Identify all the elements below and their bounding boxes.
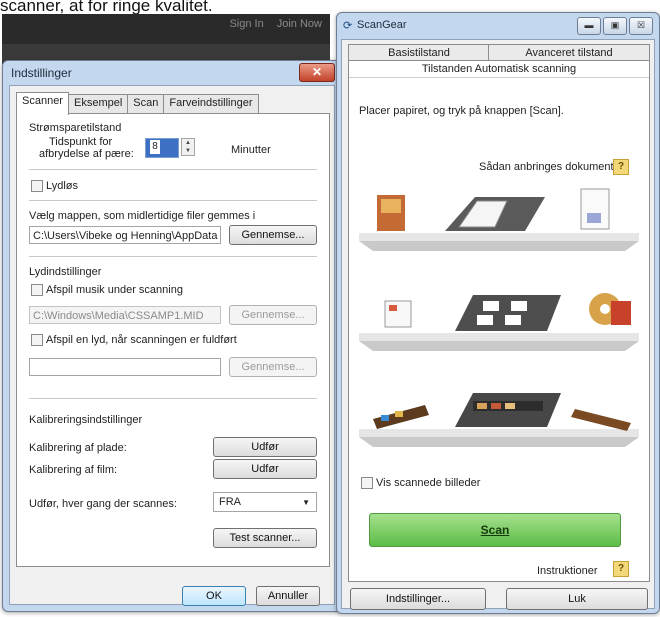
close-icon[interactable]: ✕ <box>299 63 335 82</box>
timeout-unit: Minutter <box>231 144 271 156</box>
calibrate-plate-button[interactable]: Udfør <box>213 437 317 457</box>
settings-client: Scanner Eksempel Scan Farveindstillinger… <box>9 85 335 606</box>
play-music-label: Afspil musik under scanning <box>46 284 183 296</box>
divider <box>29 398 317 399</box>
settings-tabs: Scanner Eksempel Scan Farveindstillinger <box>16 92 259 115</box>
sound-path-field[interactable] <box>29 358 221 376</box>
divider <box>29 169 317 170</box>
tab-farveindstillinger[interactable]: Farveindstillinger <box>163 94 259 114</box>
website-links: Sign In Join Now <box>219 18 322 30</box>
maximize-icon[interactable]: ▣ <box>603 17 627 35</box>
run-each-label: Udfør, hver gang der scannes: <box>29 498 177 510</box>
calibration-heading: Kalibreringsindstillinger <box>29 414 143 426</box>
help-icon[interactable]: ? <box>613 561 629 577</box>
show-images-label: Vis scannede billeder <box>376 477 481 489</box>
cancel-button[interactable]: Annuller <box>256 586 320 606</box>
timeout-stepper[interactable]: ▲ ▼ <box>181 138 195 156</box>
timeout-value: 8 <box>150 140 160 154</box>
preferences-button[interactable]: Indstillinger... <box>350 588 486 610</box>
scangear-logo-icon: ⟳ <box>343 20 353 32</box>
play-sound-label: Afspil en lyd, når scanningen er fuldfør… <box>46 334 237 346</box>
instruction-text: Placer papiret, og tryk på knappen [Scan… <box>359 105 564 117</box>
music-path-field[interactable]: C:\Windows\Media\CSSAMP1.MID <box>29 306 221 324</box>
divider <box>29 256 317 257</box>
run-each-select[interactable]: FRA ▼ <box>213 492 317 512</box>
ok-button[interactable]: OK <box>182 586 246 606</box>
calib-film-label: Kalibrering af film: <box>29 464 118 476</box>
minimize-icon[interactable]: ▬ <box>577 17 601 35</box>
timeout-input[interactable]: 8 <box>145 138 179 158</box>
play-sound-checkbox[interactable] <box>31 334 43 346</box>
website-header-strip: Sign In Join Now <box>2 14 330 64</box>
power-save-heading: Strømsparetilstand <box>29 122 122 134</box>
test-scanner-button[interactable]: Test scanner... <box>213 528 317 548</box>
instructions-label: Instruktioner <box>537 565 598 577</box>
scangear-title: ScanGear <box>357 19 407 31</box>
settings-titlebar[interactable]: Indstillinger ✕ <box>3 61 341 85</box>
auto-scan-panel: Tilstanden Automatisk scanning Placer pa… <box>348 60 650 582</box>
scanner-tab-panel: Strømsparetilstand Tidspunkt for afbryde… <box>16 113 330 567</box>
scangear-window: ⟳ ScanGear ▬ ▣ ☒ Basistilstand Avanceret… <box>336 12 660 614</box>
calib-plate-label: Kalibrering af plade: <box>29 442 127 454</box>
silent-checkbox[interactable] <box>31 180 43 192</box>
settings-title: Indstillinger <box>11 66 72 80</box>
scangear-titlebar[interactable]: ⟳ ScanGear ▬ ▣ ☒ <box>337 13 659 39</box>
sign-in-link[interactable]: Sign In <box>229 18 263 30</box>
film-shelf-illustration <box>359 393 639 447</box>
close-button[interactable]: Luk <box>506 588 648 610</box>
tab-scanner[interactable]: Scanner <box>16 92 69 115</box>
chevron-down-icon: ▼ <box>302 498 310 507</box>
tab-advanced-mode[interactable]: Avanceret tilstand <box>488 44 650 61</box>
tab-auto-scan[interactable]: Tilstanden Automatisk scanning <box>349 61 649 78</box>
timeout-label-line1: Tidspunkt for <box>49 136 113 148</box>
divider <box>29 200 317 201</box>
close-icon[interactable]: ☒ <box>629 17 653 35</box>
photo-shelf-illustration <box>359 293 639 351</box>
browse-temp-button[interactable]: Gennemse... <box>229 225 317 245</box>
settings-dialog: Indstillinger ✕ Scanner Eksempel Scan Fa… <box>2 60 342 612</box>
run-each-value: FRA <box>219 496 241 508</box>
sound-heading: Lydindstillinger <box>29 266 102 278</box>
help-icon[interactable]: ? <box>613 159 629 175</box>
browse-music-button[interactable]: Gennemse... <box>229 305 317 325</box>
scangear-client: Basistilstand Avanceret tilstand Tilstan… <box>341 39 655 610</box>
timeout-label-line2: afbrydelse af pære: <box>39 148 134 160</box>
play-music-checkbox[interactable] <box>31 284 43 296</box>
tab-basic-mode[interactable]: Basistilstand <box>348 44 490 61</box>
show-images-checkbox[interactable] <box>361 477 373 489</box>
temp-folder-field[interactable]: C:\Users\Vibeke og Henning\AppData <box>29 226 221 244</box>
silent-label: Lydløs <box>46 180 78 192</box>
calibrate-film-button[interactable]: Udfør <box>213 459 317 479</box>
scan-button[interactable]: Scan <box>369 513 621 547</box>
join-now-link[interactable]: Join Now <box>277 18 322 30</box>
document-shelf-illustration <box>359 188 639 251</box>
tab-scan[interactable]: Scan <box>127 94 165 114</box>
temp-folder-label: Vælg mappen, som midlertidige filer gemm… <box>29 210 256 222</box>
tab-eksempel[interactable]: Eksempel <box>67 94 129 114</box>
browse-sound-button[interactable]: Gennemse... <box>229 357 317 377</box>
placement-label: Sådan anbringes dokumenter <box>479 161 624 173</box>
